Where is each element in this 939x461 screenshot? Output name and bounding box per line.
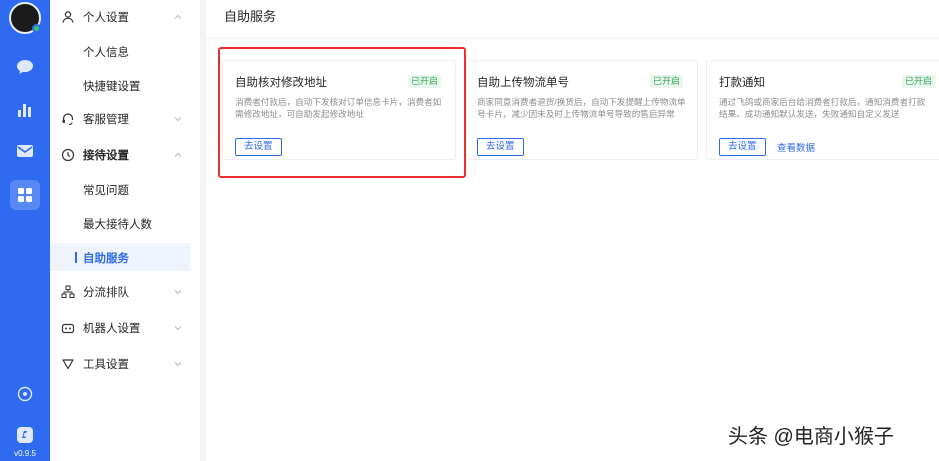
settings-circle-icon[interactable] bbox=[12, 381, 38, 407]
chevron-up-icon bbox=[174, 152, 182, 157]
menu-tool-settings[interactable]: 工具设置 bbox=[50, 350, 190, 378]
stats-icon[interactable] bbox=[12, 97, 38, 123]
apps-icon[interactable] bbox=[10, 180, 40, 210]
org-icon bbox=[61, 285, 75, 298]
service-card-payment: 打款通知 已开启 通过飞鸽或商家后台给消费者打款后，通知消费者打款结果。成功通知… bbox=[706, 60, 939, 160]
menu-self-service-label: 自助服务 bbox=[83, 253, 129, 265]
menu-reception-settings[interactable]: 接待设置 bbox=[50, 141, 190, 169]
menu-service-management-label: 客服管理 bbox=[83, 114, 129, 126]
user-icon bbox=[62, 11, 74, 23]
chevron-down-icon bbox=[174, 117, 182, 122]
left-rail: v0.9.5 bbox=[0, 0, 50, 461]
menu-shortcut-settings-label: 快捷键设置 bbox=[83, 81, 141, 93]
card-title: 自助上传物流单号 bbox=[477, 77, 569, 89]
chevron-up-icon bbox=[174, 14, 182, 19]
view-data-link[interactable]: 查看数据 bbox=[777, 140, 815, 154]
active-indicator bbox=[75, 252, 77, 263]
card-description: 通过飞鸽或商家后台给消费者打款后，通知消费者打款结果。成功通知默认发送，失败通知… bbox=[719, 97, 926, 119]
chevron-down-icon bbox=[174, 290, 182, 295]
card-description: 商家同意消费者退货/换货后，自动下发提醒上传物流单号卡片，减少因未及时上传物流单… bbox=[477, 97, 686, 119]
menu-personal-settings-label: 个人设置 bbox=[83, 12, 129, 24]
menu-shortcut-settings[interactable]: 快捷键设置 bbox=[50, 71, 190, 99]
version-label: v0.9.5 bbox=[14, 449, 36, 458]
menu-faq-label: 常见问题 bbox=[83, 185, 129, 197]
menu-max-reception[interactable]: 最大接待人数 bbox=[50, 209, 190, 237]
menu-personal-settings[interactable]: 个人设置 bbox=[50, 3, 190, 31]
clock-icon bbox=[61, 148, 75, 162]
chevron-down-icon bbox=[174, 326, 182, 331]
headset-icon bbox=[62, 113, 74, 126]
mail-icon[interactable] bbox=[12, 138, 38, 164]
robot-icon bbox=[61, 323, 75, 334]
status-badge: 已开启 bbox=[649, 75, 683, 88]
page-title: 自助服务 bbox=[224, 9, 277, 24]
title-divider bbox=[206, 38, 939, 39]
chat-icon[interactable] bbox=[12, 54, 38, 80]
menu-service-management[interactable]: 客服管理 bbox=[50, 105, 190, 133]
settings-sidebar: 个人设置 个人信息 快捷键设置 客服管理 接待设置 常见问题 最大接待人数 自助… bbox=[50, 0, 200, 461]
app-logo-icon bbox=[12, 422, 38, 448]
menu-routing-queue[interactable]: 分流排队 bbox=[50, 278, 190, 306]
online-status-dot bbox=[32, 24, 41, 33]
menu-personal-info[interactable]: 个人信息 bbox=[50, 37, 190, 65]
menu-tool-settings-label: 工具设置 bbox=[83, 359, 129, 371]
chevron-down-icon bbox=[174, 362, 182, 367]
avatar[interactable] bbox=[9, 2, 41, 34]
watermark: 头条 @电商小猴子 bbox=[728, 426, 894, 448]
menu-reception-settings-label: 接待设置 bbox=[83, 150, 129, 162]
menu-routing-queue-label: 分流排队 bbox=[83, 287, 129, 299]
settings-button[interactable]: 去设置 bbox=[719, 138, 766, 156]
card-title: 打款通知 bbox=[719, 77, 765, 89]
app-window: v0.9.5 个人设置 个人信息 快捷键设置 客服管理 接待设置 常见问题 最大… bbox=[0, 0, 939, 461]
highlight-box bbox=[218, 47, 466, 178]
status-badge: 已开启 bbox=[901, 75, 935, 88]
menu-faq[interactable]: 常见问题 bbox=[50, 175, 190, 203]
tool-icon bbox=[62, 359, 74, 370]
menu-personal-info-label: 个人信息 bbox=[83, 47, 129, 59]
menu-self-service[interactable]: 自助服务 bbox=[50, 243, 190, 271]
menu-robot-settings-label: 机器人设置 bbox=[83, 323, 141, 335]
menu-robot-settings[interactable]: 机器人设置 bbox=[50, 314, 190, 342]
service-card-logistics: 自助上传物流单号 已开启 商家同意消费者退货/换货后，自动下发提醒上传物流单号卡… bbox=[464, 60, 698, 160]
menu-max-reception-label: 最大接待人数 bbox=[83, 219, 152, 231]
settings-button[interactable]: 去设置 bbox=[477, 138, 524, 156]
